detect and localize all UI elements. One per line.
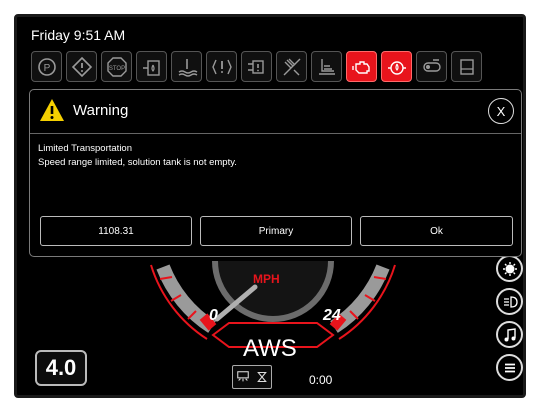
music-button[interactable]: [496, 321, 523, 348]
warning-icon: [40, 99, 64, 121]
dialog-divider: [30, 133, 521, 134]
message-body: Speed range limited, solution tank is no…: [38, 157, 237, 168]
menu-icon: [504, 363, 515, 372]
headlight-icon: [503, 295, 518, 308]
oil-pressure-icon[interactable]: [381, 51, 412, 82]
clock-text: Friday 9:51 AM: [31, 27, 126, 43]
speed-unit-label: MPH: [253, 272, 280, 286]
indicator-bar: P STOP: [31, 51, 482, 83]
stop-icon[interactable]: STOP: [101, 51, 132, 82]
brush-off-icon[interactable]: [276, 51, 307, 82]
gauge-max-label: 24: [323, 307, 341, 324]
parking-brake-icon[interactable]: P: [31, 51, 62, 82]
hydraulic-oil-icon[interactable]: [136, 51, 167, 82]
svg-text:STOP: STOP: [108, 66, 124, 72]
svg-text:P: P: [43, 63, 50, 74]
code-button[interactable]: 1108.31: [40, 216, 192, 246]
message-title: Limited Transportation: [38, 143, 132, 154]
close-button[interactable]: X: [488, 98, 514, 124]
steering-mode-label: AWS: [243, 335, 297, 362]
dialog-title: Warning: [73, 102, 129, 119]
dialog-header: Warning X: [30, 90, 521, 130]
warning-dialog: Warning X Limited Transportation Speed r…: [29, 89, 522, 257]
engine-warning-icon[interactable]: [346, 51, 377, 82]
music-icon: [504, 327, 516, 341]
work-light-button[interactable]: [496, 255, 523, 282]
hourglass-icon: [257, 371, 267, 383]
filter-warning-icon[interactable]: [241, 51, 272, 82]
battery-warning-icon[interactable]: [206, 51, 237, 82]
gauge-min-label: 0: [209, 307, 218, 324]
coolant-temp-icon[interactable]: [171, 51, 202, 82]
headlight-button[interactable]: [496, 288, 523, 315]
speed-readout[interactable]: 4.0: [35, 350, 87, 386]
menu-button[interactable]: [496, 354, 523, 381]
timer-value: 0:00: [309, 373, 333, 387]
machine-display: Friday 9:51 AM P STOP MPH 0 24 AWS 0:00 …: [14, 14, 526, 398]
key-switch-icon[interactable]: [416, 51, 447, 82]
timer-button[interactable]: [232, 365, 272, 389]
primary-button[interactable]: Primary: [200, 216, 352, 246]
warning-diamond-icon[interactable]: [66, 51, 97, 82]
exhaust-icon[interactable]: [311, 51, 342, 82]
tank-icon[interactable]: [451, 51, 482, 82]
ok-button[interactable]: Ok: [360, 216, 513, 246]
scrub-icon: [237, 371, 249, 382]
work-light-icon: [502, 261, 517, 276]
